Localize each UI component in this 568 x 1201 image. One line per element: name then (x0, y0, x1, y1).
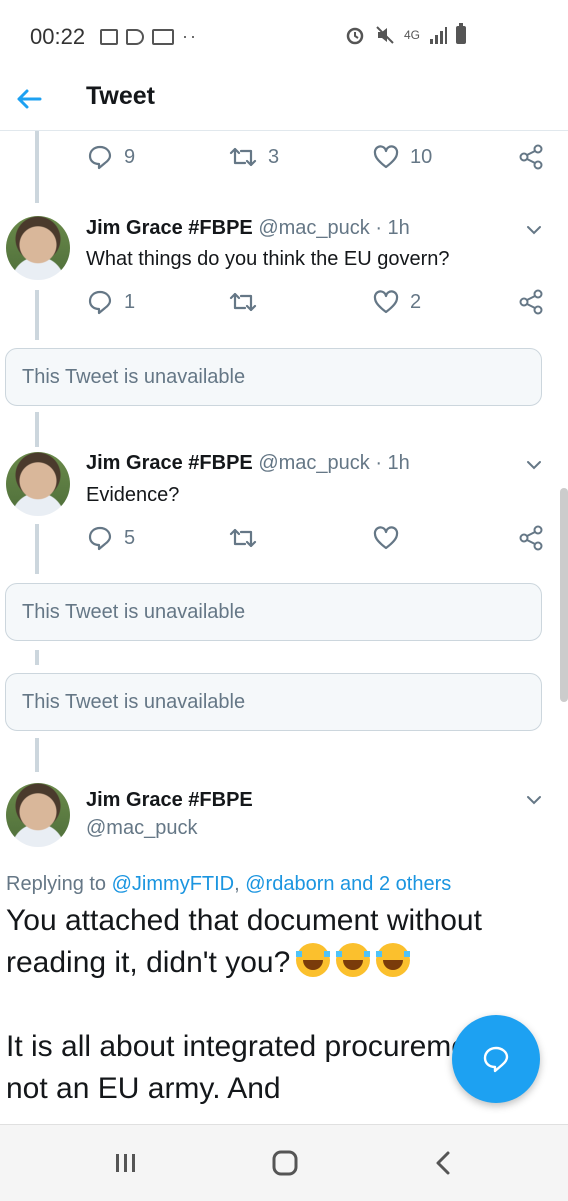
avatar[interactable] (6, 452, 70, 516)
news-icon (152, 28, 174, 45)
tweet[interactable]: Jim Grace #FBPE @mac_puck · 1h What thin… (0, 200, 568, 330)
retweet-button[interactable] (228, 286, 268, 318)
scrollbar-thumb[interactable] (560, 488, 568, 702)
share-icon (519, 525, 543, 551)
author-name[interactable]: Jim Grace #FBPE (86, 452, 253, 474)
signal-icon (430, 27, 448, 44)
nav-back-icon[interactable] (430, 1149, 458, 1177)
author-handle: @mac_puck (86, 817, 197, 840)
tweet-text: What things do you think the EU govern? (86, 248, 450, 270)
laughing-emoji-icon (296, 943, 331, 977)
thread-line (35, 131, 39, 203)
author-handle-text: @mac_puck (86, 817, 198, 839)
tweet-header: Jim Grace #FBPE @mac_puck · 1h (86, 217, 410, 240)
page-title: Tweet (86, 82, 155, 110)
laughing-emoji-icon (376, 943, 411, 977)
status-notification-icons: ·· (100, 26, 198, 47)
status-system-icons: 4G (344, 23, 467, 46)
avatar[interactable] (6, 216, 70, 280)
retweet-icon (229, 528, 257, 548)
app-header: Tweet (0, 70, 568, 131)
like-button[interactable] (372, 522, 410, 554)
heart-icon (373, 526, 399, 550)
share-button[interactable] (518, 286, 546, 318)
mute-icon (376, 26, 394, 44)
share-icon (519, 144, 543, 170)
reply-icon (88, 526, 112, 551)
reply-count: 5 (124, 526, 136, 549)
reply-icon (88, 145, 112, 170)
home-icon[interactable] (270, 1149, 300, 1177)
status-bar: 00:22 ·· 4G (0, 0, 568, 70)
author-handle: @mac_puck (258, 452, 370, 474)
replying-separator: , (234, 873, 246, 895)
recents-icon[interactable] (112, 1149, 140, 1177)
reply-button[interactable]: 9 (86, 141, 135, 173)
like-count: 10 (410, 145, 433, 168)
reply-count: 1 (124, 290, 136, 313)
author-name-text: Jim Grace #FBPE (86, 789, 253, 811)
system-nav-bar (0, 1124, 568, 1201)
tweet-time: · 1h (375, 217, 410, 239)
retweet-button[interactable] (228, 522, 268, 554)
like-button[interactable]: 10 (372, 141, 432, 173)
tweet-actions: 9 3 10 (86, 141, 546, 173)
tweet-time: · 1h (375, 452, 410, 474)
retweet-icon (229, 147, 257, 167)
chevron-down-icon[interactable] (524, 220, 544, 240)
reply-button[interactable]: 1 (86, 286, 135, 318)
share-button[interactable] (518, 522, 546, 554)
retweet-icon (229, 292, 257, 312)
avatar[interactable] (6, 783, 70, 847)
retweet-count: 3 (268, 145, 280, 168)
unavailable-tweet: This Tweet is unavailable (5, 673, 542, 731)
laughing-emoji-icon (336, 943, 371, 977)
compose-reply-icon (483, 1046, 509, 1073)
replying-prefix: Replying to (6, 873, 112, 895)
gallery-icon (100, 28, 118, 45)
thread-line (35, 738, 39, 772)
reply-icon (88, 290, 112, 315)
unavailable-tweet: This Tweet is unavailable (5, 583, 542, 641)
status-time: 00:22 (30, 24, 86, 49)
arrow-left-icon[interactable] (14, 84, 44, 114)
like-count: 2 (410, 290, 422, 313)
main-tweet-text-line2: It is all about integrated procurement, … (6, 1030, 502, 1105)
tweet-header: Jim Grace #FBPE @mac_puck · 1h (86, 452, 410, 475)
chevron-down-icon[interactable] (524, 455, 544, 475)
play-store-icon (126, 28, 144, 45)
reply-count: 9 (124, 145, 136, 168)
reply-button[interactable]: 5 (86, 522, 135, 554)
author-name[interactable]: Jim Grace #FBPE (86, 217, 253, 239)
thread-line (35, 650, 39, 665)
heart-icon (373, 290, 399, 314)
share-icon (519, 289, 543, 315)
tweet[interactable]: Jim Grace #FBPE @mac_puck · 1h Evidence?… (0, 436, 568, 566)
compose-reply-button[interactable] (452, 1015, 540, 1103)
like-button[interactable]: 2 (372, 286, 421, 318)
replying-to: Replying to @JimmyFTID, @rdaborn and 2 o… (6, 873, 451, 896)
unavailable-tweet: This Tweet is unavailable (5, 348, 542, 406)
alarm-icon (346, 27, 364, 45)
more-notifications-icon: ·· (182, 26, 198, 46)
tweet-text: Evidence? (86, 484, 180, 506)
network-type: 4G (404, 28, 421, 42)
reply-user-link[interactable]: @JimmyFTID (112, 873, 235, 895)
retweet-button[interactable]: 3 (228, 141, 279, 173)
chevron-down-icon[interactable] (524, 790, 544, 810)
author-name[interactable]: Jim Grace #FBPE (86, 789, 253, 812)
main-tweet-text-line1: You attached that document without readi… (6, 904, 482, 979)
tweet-actions: 1 2 (86, 286, 546, 318)
reply-users-link[interactable]: @rdaborn and 2 others (245, 873, 451, 895)
battery-icon (456, 23, 467, 44)
tweet-actions: 5 (86, 522, 546, 554)
author-handle: @mac_puck (258, 217, 370, 239)
heart-icon (373, 145, 399, 169)
share-button[interactable] (518, 141, 546, 173)
